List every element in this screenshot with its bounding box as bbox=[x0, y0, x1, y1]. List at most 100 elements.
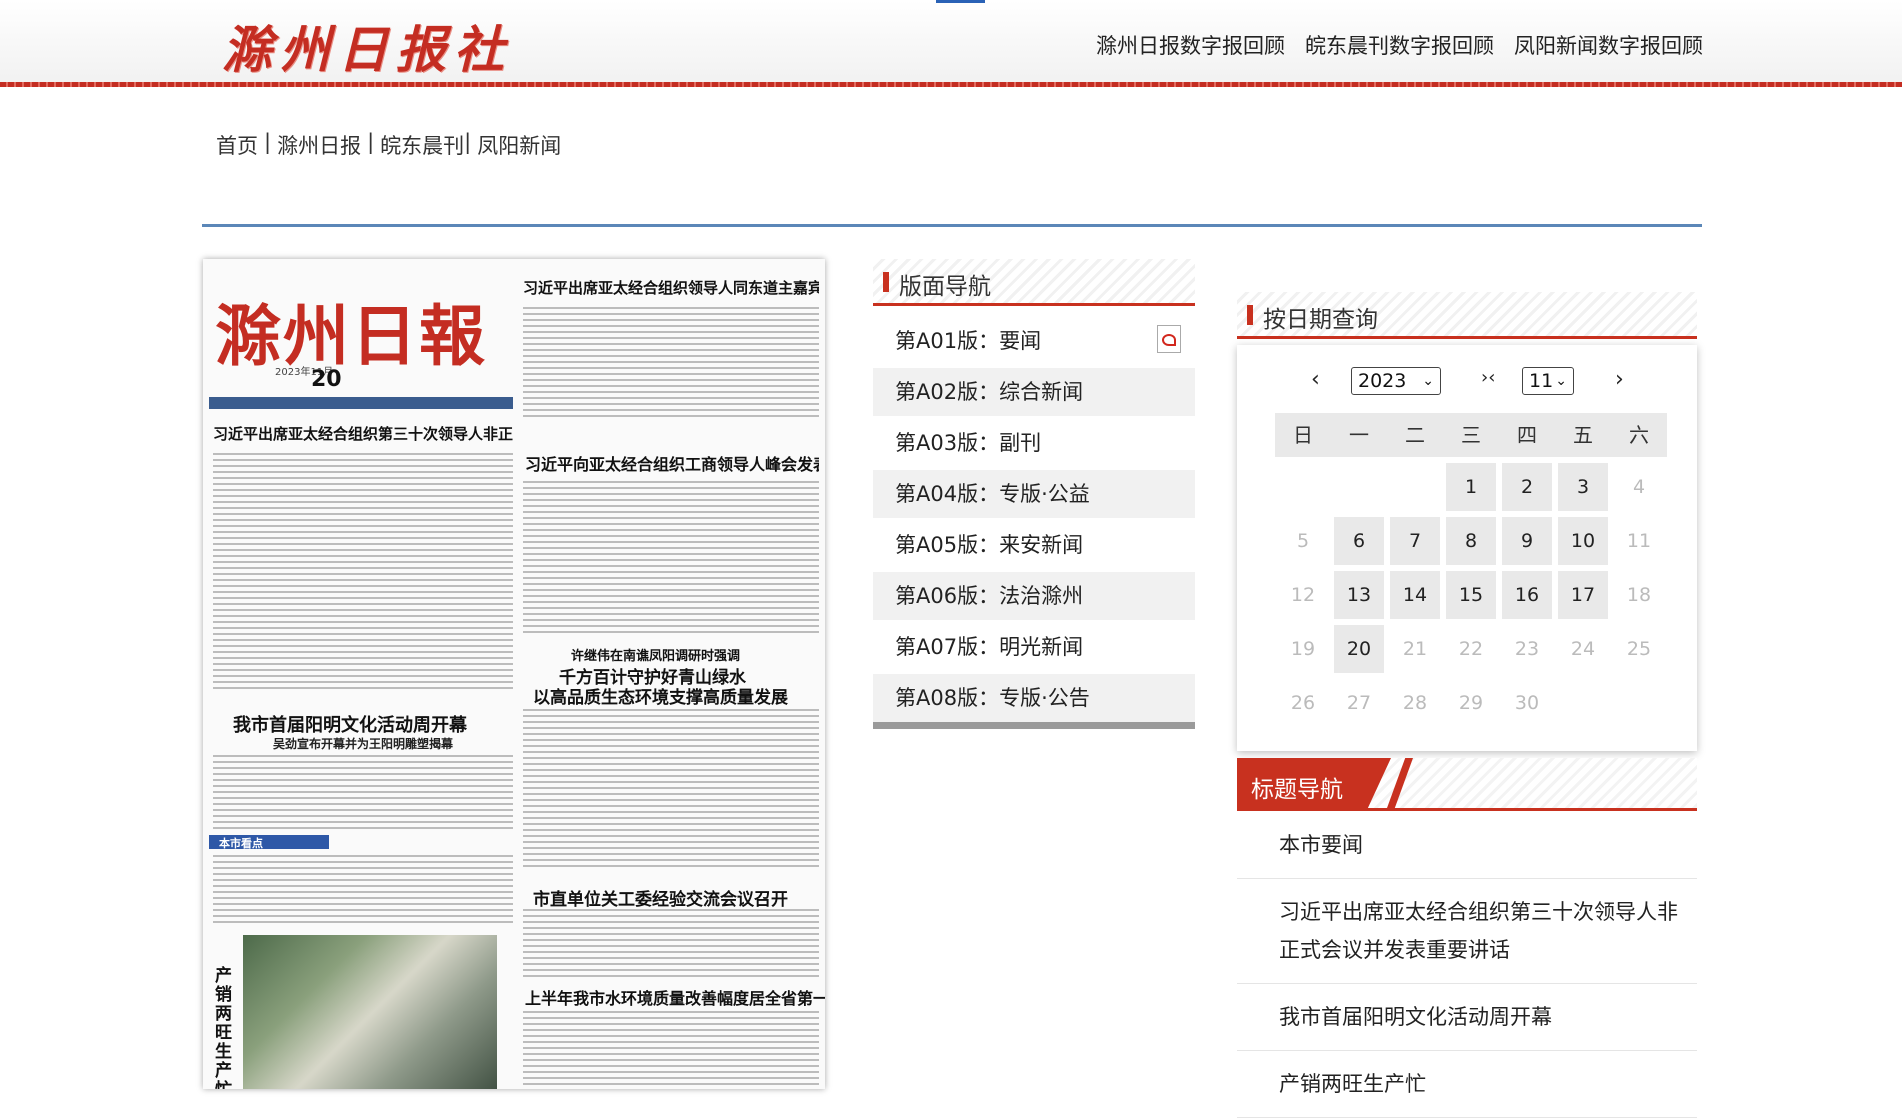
calendar-day[interactable]: 8 bbox=[1446, 517, 1496, 565]
calendar-day[interactable]: 20 bbox=[1334, 625, 1384, 673]
article-text-block bbox=[213, 755, 513, 829]
headline-survey-kicker[interactable]: 许继伟在南谯凤阳调研时强调 bbox=[571, 645, 740, 664]
page-nav-title: 版面导航 bbox=[899, 274, 991, 300]
calendar-day: 11 bbox=[1626, 530, 1652, 552]
calendar-week-row: 5 6 7 8 9 10 11 bbox=[1275, 517, 1667, 565]
newspaper-masthead: 滁州日報 bbox=[215, 297, 487, 375]
article-text-block bbox=[213, 453, 513, 693]
page-nav-item-a07[interactable]: 第A07版：明光新闻 bbox=[873, 623, 1195, 671]
calendar-week-row: 12 13 14 15 16 17 18 bbox=[1275, 571, 1667, 619]
link-fengyang-news-archive[interactable]: 凤阳新闻数字报回顾 bbox=[1514, 30, 1703, 60]
headline-luncheon[interactable]: 习近平出席亚太经合组织领导人同东道主嘉宾非正式对话会暨工作午宴 bbox=[523, 277, 819, 298]
calendar-week-row: 26 27 28 29 30 bbox=[1275, 679, 1667, 727]
link-chuzhou-daily-archive[interactable]: 滁州日报数字报回顾 bbox=[1096, 30, 1285, 60]
breadcrumb-fengyang-news[interactable]: 凤阳新闻 bbox=[477, 130, 561, 160]
section-label: 本市看点 bbox=[219, 837, 263, 850]
breadcrumb-chuzhou-daily[interactable]: 滁州日报 bbox=[277, 130, 361, 160]
month-select-value: 11 bbox=[1529, 370, 1554, 392]
calendar-day: 4 bbox=[1632, 476, 1646, 498]
title-nav-item[interactable]: 习近平出席亚太经合组织第三十次领导人非正式会议并发表重要讲话 bbox=[1237, 879, 1697, 984]
article-text-block bbox=[523, 709, 819, 869]
headline-business-summit[interactable]: 习近平向亚太经合组织工商领导人峰会发表书面演讲 bbox=[525, 451, 819, 475]
calendar-day[interactable]: 15 bbox=[1446, 571, 1496, 619]
photo-caption-vertical: 产销两旺生产忙 bbox=[215, 966, 232, 1090]
calendar-day[interactable]: 6 bbox=[1334, 517, 1384, 565]
calendar-weekday-header: 日 一 二 三 四 五 六 bbox=[1275, 413, 1667, 457]
month-select[interactable]: 11 ⌄ bbox=[1522, 367, 1574, 395]
page-nav-item-a02[interactable]: 第A02版：综合新闻 bbox=[873, 368, 1195, 416]
year-select[interactable]: 2023 ⌄ bbox=[1351, 367, 1441, 395]
calendar-day: 21 bbox=[1402, 638, 1428, 660]
page-nav-label: 第A01版：要闻 bbox=[895, 329, 1042, 353]
calendar-today-button[interactable]: ›‹ bbox=[1481, 367, 1495, 388]
header-links: 滁州日报数字报回顾 皖东晨刊数字报回顾 凤阳新闻数字报回顾 bbox=[1096, 30, 1703, 60]
headline-ecology[interactable]: 以高品质生态环境支撑高质量发展 bbox=[533, 683, 788, 708]
calendar-empty-cell bbox=[1278, 463, 1328, 511]
calendar-day[interactable]: 2 bbox=[1502, 463, 1552, 511]
chevron-down-icon: ⌄ bbox=[1422, 373, 1434, 389]
header-red-rule bbox=[0, 82, 1902, 87]
subheadline-yangming: 吴劲宣布开幕并为王阳明雕塑揭幕 bbox=[273, 737, 454, 751]
page-nav-item-a04[interactable]: 第A04版：专版·公益 bbox=[873, 470, 1195, 518]
site-logo[interactable]: 滁州日报社 bbox=[222, 10, 512, 82]
page-nav-list: 第A01版：要闻 第A02版：综合新闻 第A03版：副刊 第A04版：专版·公益… bbox=[873, 317, 1195, 732]
title-nav-item[interactable]: 本市要闻 bbox=[1237, 812, 1697, 879]
calendar-day[interactable]: 7 bbox=[1390, 517, 1440, 565]
page-nav-label: 第A06版：法治滁州 bbox=[895, 584, 1084, 608]
title-nav-tab-stripe bbox=[1387, 758, 1413, 808]
calendar-day: 18 bbox=[1626, 584, 1652, 606]
calendar-day: 19 bbox=[1290, 638, 1316, 660]
weekday-label: 一 bbox=[1349, 423, 1369, 447]
breadcrumb-wandong-chenkan[interactable]: 皖东晨刊 bbox=[380, 130, 464, 160]
article-text-block bbox=[523, 1011, 819, 1089]
title-nav-item[interactable]: 我市首届阳明文化活动周开幕 bbox=[1237, 984, 1697, 1051]
breadcrumb: 首页 | 滁州日报 | 皖东晨刊 | 凤阳新闻 bbox=[216, 130, 561, 160]
calendar-day: 25 bbox=[1626, 638, 1652, 660]
calendar-day: 22 bbox=[1458, 638, 1484, 660]
title-nav-item[interactable]: 产销两旺生产忙 bbox=[1237, 1051, 1697, 1118]
page-nav-item-a06[interactable]: 第A06版：法治滁州 bbox=[873, 572, 1195, 620]
newspaper-page-image[interactable]: 滁州日報 2023年11月 20 习近平出席亚太经合组织领导人同东道主嘉宾非正式… bbox=[203, 259, 825, 1089]
calendar-day[interactable]: 9 bbox=[1502, 517, 1552, 565]
link-wandong-chenkan-archive[interactable]: 皖东晨刊数字报回顾 bbox=[1305, 30, 1494, 60]
calendar-day[interactable]: 3 bbox=[1558, 463, 1608, 511]
breadcrumb-home[interactable]: 首页 bbox=[216, 130, 258, 160]
page-nav-item-a08[interactable]: 第A08版：专版·公告 bbox=[873, 674, 1195, 729]
breadcrumb-separator: | bbox=[464, 130, 472, 154]
page-nav-label: 第A08版：专版·公告 bbox=[895, 686, 1090, 710]
page-nav-label: 第A07版：明光新闻 bbox=[895, 635, 1084, 659]
headline-yangming-week[interactable]: 我市首届阳明文化活动周开幕 bbox=[233, 711, 467, 737]
headline-guangongwei[interactable]: 市直单位关工委经验交流会议召开 bbox=[533, 885, 788, 910]
calendar-empty-cell bbox=[1558, 679, 1608, 727]
headline-apec-speech[interactable]: 习近平出席亚太经合组织第三十次领导人非正式会议并发表重要讲话 bbox=[213, 423, 513, 444]
calendar-day[interactable]: 14 bbox=[1390, 571, 1440, 619]
calendar-day[interactable]: 1 bbox=[1446, 463, 1496, 511]
calendar-next-button[interactable]: › bbox=[1615, 367, 1624, 392]
calendar-nav: ‹ 2023 ⌄ ›‹ 11 ⌄ › bbox=[1237, 367, 1697, 397]
calendar-empty-cell bbox=[1390, 463, 1440, 511]
weekday-label: 二 bbox=[1405, 423, 1425, 447]
weekday-label: 四 bbox=[1517, 423, 1537, 447]
headline-water-quality[interactable]: 上半年我市水环境质量改善幅度居全省第一 bbox=[525, 985, 825, 1009]
calendar-day[interactable]: 13 bbox=[1334, 571, 1384, 619]
page-nav-item-a05[interactable]: 第A05版：来安新闻 bbox=[873, 521, 1195, 569]
pdf-icon[interactable] bbox=[1157, 325, 1181, 353]
calendar-day[interactable]: 16 bbox=[1502, 571, 1552, 619]
calendar-week-row: 19 20 21 22 23 24 25 bbox=[1275, 625, 1667, 673]
page-nav-item-a03[interactable]: 第A03版：副刊 bbox=[873, 419, 1195, 467]
calendar-day: 23 bbox=[1514, 638, 1540, 660]
calendar-prev-button[interactable]: ‹ bbox=[1311, 367, 1320, 392]
year-select-value: 2023 bbox=[1358, 370, 1407, 392]
article-text-block bbox=[523, 909, 819, 979]
calendar-day: 5 bbox=[1296, 530, 1310, 552]
date-calendar: ‹ 2023 ⌄ ›‹ 11 ⌄ › 日 一 二 三 四 五 六 1234567… bbox=[1237, 345, 1697, 751]
calendar-day: 30 bbox=[1514, 692, 1540, 714]
calendar-day[interactable]: 17 bbox=[1558, 571, 1608, 619]
header-mark-icon bbox=[1247, 305, 1253, 325]
page-nav-item-a01[interactable]: 第A01版：要闻 bbox=[873, 317, 1195, 365]
calendar-empty-cell bbox=[1614, 679, 1664, 727]
calendar-day: 28 bbox=[1402, 692, 1428, 714]
weekday-label: 三 bbox=[1461, 423, 1481, 447]
calendar-day[interactable]: 10 bbox=[1558, 517, 1608, 565]
calendar-day: 27 bbox=[1346, 692, 1372, 714]
